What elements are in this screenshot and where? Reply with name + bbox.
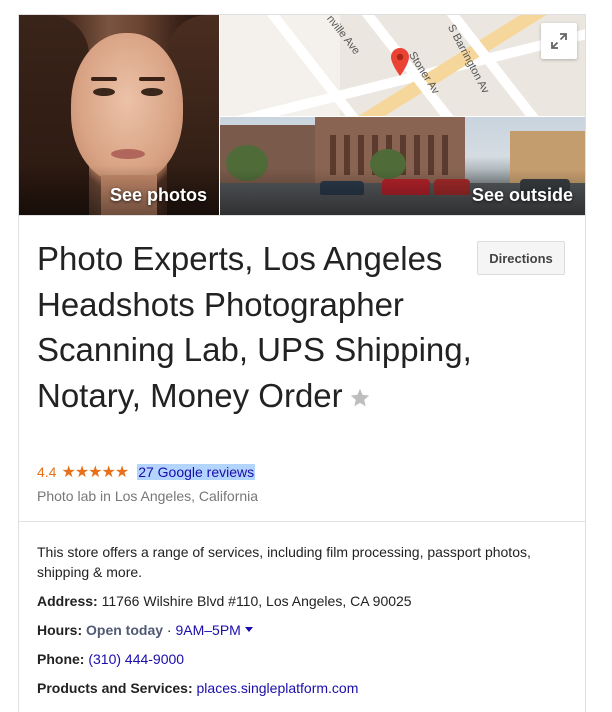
knowledge-panel: See photos nville Ave S Barrington Av St… [18,14,586,712]
business-name: Photo Experts, Los Angeles Headshots Pho… [37,240,472,414]
hours-label: Hours: [37,622,83,638]
see-outside-label: See outside [471,185,573,205]
phone-row: Phone: (310) 444-9000 [37,649,567,669]
divider [19,521,585,522]
rating-value: 4.4 [37,464,57,480]
business-details: This store offers a range of services, i… [37,542,567,698]
business-title: Photo Experts, Los Angeles Headshots Pho… [37,236,507,420]
see-outside-tile[interactable]: See outside [220,117,585,215]
portrait-brow [139,77,165,81]
portrait-face [71,33,183,183]
products-link[interactable]: places.singleplatform.com [197,680,359,696]
portrait-eye [141,88,163,96]
business-category: Photo lab in Los Angeles, California [37,488,259,504]
rating-row: 4.4 ★★★★★ 27 Google reviews [37,462,256,482]
portrait-lips [111,149,145,159]
address-row: Address: 11766 Wilshire Blvd #110, Los A… [37,591,567,611]
address-label: Address: [37,593,98,609]
see-photos-label: See photos [109,185,207,205]
map-thumbnail[interactable]: nville Ave S Barrington Av Stoner Av [220,15,585,116]
phone-label: Phone: [37,651,85,667]
business-header: Photo Experts, Los Angeles Headshots Pho… [19,215,585,504]
portrait-eye [93,88,115,96]
products-label: Products and Services: [37,680,193,696]
photo-strip: See photos nville Ave S Barrington Av St… [19,15,585,215]
map-pin-icon [391,48,409,76]
hours-value: 9AM–5PM [175,622,241,638]
expand-map-button[interactable] [541,23,577,59]
business-description: This store offers a range of services, i… [37,544,531,580]
phone-link[interactable]: (310) 444-9000 [88,651,184,667]
expand-icon [551,33,567,49]
hours-status: Open today [86,622,164,638]
hours-dropdown[interactable]: 9AM–5PM [175,622,253,638]
directions-button[interactable]: Directions [477,241,565,275]
portrait-brow [91,77,117,81]
google-reviews-link[interactable]: 27 Google reviews [137,464,256,480]
save-star-icon[interactable] [349,375,371,421]
products-row: Products and Services: places.singleplat… [37,678,567,698]
chevron-down-icon [244,627,253,632]
address-value: 11766 Wilshire Blvd #110, Los Angeles, C… [101,593,412,609]
hours-row: Hours: Open today · 9AM–5PM [37,620,567,640]
hours-separator: · [166,622,172,638]
rating-stars-icon: ★★★★★ [61,464,129,481]
see-photos-tile[interactable]: See photos [19,15,219,215]
